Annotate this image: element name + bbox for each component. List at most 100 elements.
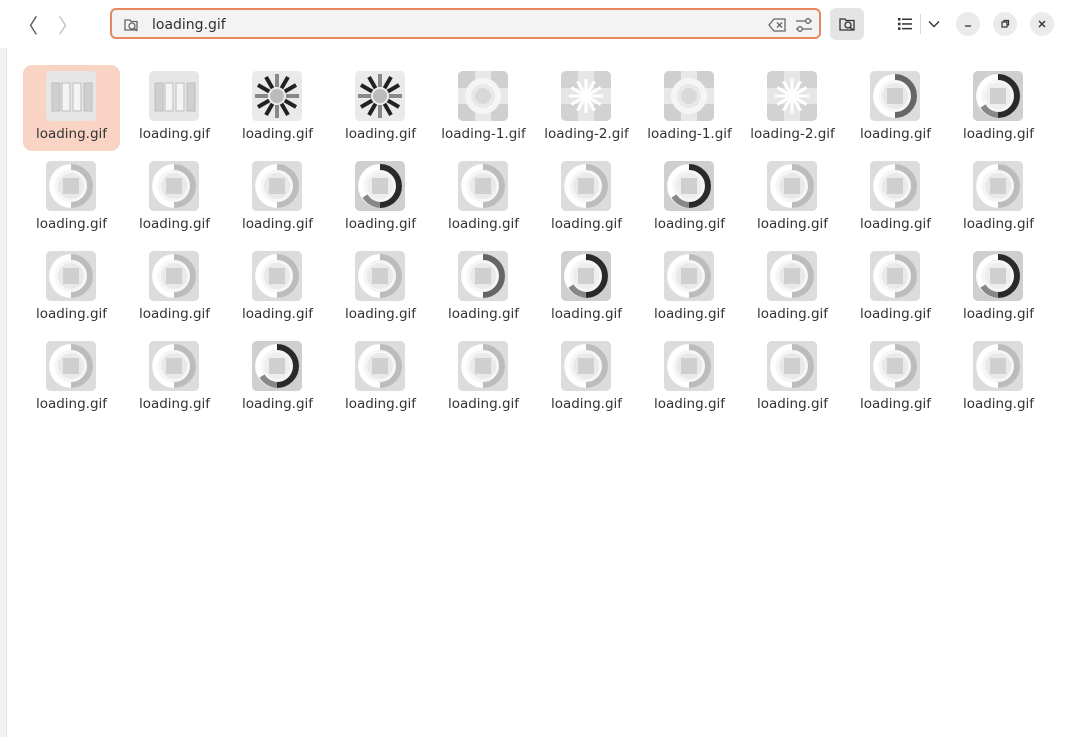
file-item[interactable]: loading.gif bbox=[538, 245, 635, 331]
file-item[interactable]: loading.gif bbox=[332, 245, 429, 331]
file-item[interactable]: loading.gif bbox=[229, 155, 326, 241]
file-name: loading.gif bbox=[138, 216, 211, 232]
close-icon bbox=[1038, 20, 1046, 28]
clear-search-icon[interactable] bbox=[768, 16, 788, 34]
file-item[interactable]: loading.gif bbox=[847, 65, 944, 151]
file-item[interactable]: loading-1.gif bbox=[641, 65, 738, 151]
gif-thumbnail-icon bbox=[973, 251, 1023, 301]
file-name: loading.gif bbox=[962, 126, 1035, 142]
file-item[interactable]: loading.gif bbox=[332, 335, 429, 421]
file-item[interactable]: loading.gif bbox=[126, 155, 223, 241]
file-item[interactable]: loading.gif bbox=[23, 335, 120, 421]
chevron-right-icon: 〉 bbox=[58, 13, 78, 38]
file-item[interactable]: loading.gif bbox=[435, 335, 532, 421]
file-name: loading.gif bbox=[859, 216, 932, 232]
minimize-button[interactable] bbox=[956, 12, 980, 36]
gif-thumbnail-icon bbox=[973, 71, 1023, 121]
file-item[interactable]: loading.gif bbox=[126, 335, 223, 421]
file-name: loading.gif bbox=[241, 396, 314, 412]
file-item[interactable]: loading.gif bbox=[229, 245, 326, 331]
file-item[interactable]: loading-2.gif bbox=[744, 65, 841, 151]
gif-thumbnail-icon bbox=[767, 341, 817, 391]
gif-thumbnail-icon bbox=[561, 71, 611, 121]
file-name: loading.gif bbox=[241, 216, 314, 232]
file-item[interactable]: loading-2.gif bbox=[538, 65, 635, 151]
file-item[interactable]: loading.gif bbox=[538, 155, 635, 241]
gif-thumbnail-icon bbox=[664, 161, 714, 211]
search-bar[interactable] bbox=[110, 8, 821, 39]
gif-thumbnail-icon bbox=[664, 71, 714, 121]
file-item[interactable]: loading.gif bbox=[641, 155, 738, 241]
file-name: loading.gif bbox=[344, 216, 417, 232]
search-filter-icon[interactable] bbox=[794, 16, 814, 34]
file-item[interactable]: loading.gif bbox=[950, 335, 1047, 421]
file-name: loading-1.gif bbox=[647, 126, 732, 142]
file-item[interactable]: loading.gif bbox=[641, 335, 738, 421]
file-item[interactable]: loading.gif bbox=[435, 155, 532, 241]
gif-thumbnail-icon bbox=[355, 251, 405, 301]
list-view-button[interactable] bbox=[893, 12, 917, 36]
search-input[interactable] bbox=[150, 13, 754, 37]
file-item[interactable]: loading.gif bbox=[950, 155, 1047, 241]
gif-thumbnail-icon bbox=[870, 161, 920, 211]
file-item[interactable]: loading.gif bbox=[229, 65, 326, 151]
file-item[interactable]: loading.gif bbox=[847, 155, 944, 241]
view-options-button[interactable] bbox=[923, 12, 945, 36]
gif-thumbnail-icon bbox=[870, 71, 920, 121]
file-item[interactable]: loading.gif bbox=[538, 335, 635, 421]
file-item[interactable]: loading.gif bbox=[950, 245, 1047, 331]
file-item[interactable]: loading.gif bbox=[744, 335, 841, 421]
file-item[interactable]: loading.gif bbox=[332, 155, 429, 241]
maximize-button[interactable] bbox=[993, 12, 1017, 36]
file-name: loading.gif bbox=[756, 306, 829, 322]
file-item[interactable]: loading.gif bbox=[332, 65, 429, 151]
file-name: loading.gif bbox=[756, 396, 829, 412]
list-view-icon bbox=[898, 18, 912, 30]
file-name: loading.gif bbox=[35, 306, 108, 322]
file-name: loading.gif bbox=[241, 306, 314, 322]
file-name: loading.gif bbox=[344, 126, 417, 142]
file-item[interactable]: loading.gif bbox=[23, 155, 120, 241]
file-item[interactable]: loading.gif bbox=[435, 245, 532, 331]
gif-thumbnail-icon bbox=[767, 251, 817, 301]
file-name: loading.gif bbox=[344, 306, 417, 322]
file-name: loading.gif bbox=[35, 126, 108, 142]
gif-thumbnail-icon bbox=[458, 341, 508, 391]
file-item[interactable]: loading-1.gif bbox=[435, 65, 532, 151]
file-item[interactable]: loading.gif bbox=[847, 245, 944, 331]
gif-thumbnail-icon bbox=[46, 251, 96, 301]
file-item[interactable]: loading.gif bbox=[23, 65, 120, 151]
file-item[interactable]: loading.gif bbox=[23, 245, 120, 331]
back-button[interactable]: 〈 bbox=[14, 10, 42, 38]
gif-thumbnail-icon bbox=[252, 161, 302, 211]
file-name: loading.gif bbox=[35, 216, 108, 232]
file-item[interactable]: loading.gif bbox=[744, 245, 841, 331]
close-button[interactable] bbox=[1030, 12, 1054, 36]
file-item[interactable]: loading.gif bbox=[950, 65, 1047, 151]
file-name: loading.gif bbox=[653, 216, 726, 232]
file-item[interactable]: loading.gif bbox=[126, 65, 223, 151]
file-name: loading.gif bbox=[550, 216, 623, 232]
file-name: loading.gif bbox=[138, 306, 211, 322]
gif-thumbnail-icon bbox=[149, 71, 199, 121]
gif-thumbnail-icon bbox=[252, 251, 302, 301]
gif-thumbnail-icon bbox=[458, 161, 508, 211]
file-item[interactable]: loading.gif bbox=[641, 245, 738, 331]
file-name: loading.gif bbox=[138, 126, 211, 142]
gif-thumbnail-icon bbox=[355, 341, 405, 391]
file-name: loading.gif bbox=[859, 396, 932, 412]
file-item[interactable]: loading.gif bbox=[744, 155, 841, 241]
file-item[interactable]: loading.gif bbox=[229, 335, 326, 421]
restore-icon bbox=[1001, 19, 1010, 28]
file-item[interactable]: loading.gif bbox=[126, 245, 223, 331]
forward-button[interactable]: 〉 bbox=[54, 10, 82, 38]
chevron-down-icon bbox=[928, 21, 940, 28]
search-toggle-button[interactable] bbox=[830, 8, 864, 40]
gif-thumbnail-icon bbox=[149, 161, 199, 211]
gif-thumbnail-icon bbox=[870, 251, 920, 301]
file-name: loading.gif bbox=[344, 396, 417, 412]
sidebar-edge bbox=[0, 0, 7, 737]
file-item[interactable]: loading.gif bbox=[847, 335, 944, 421]
divider bbox=[920, 14, 921, 34]
gif-thumbnail-icon bbox=[664, 341, 714, 391]
